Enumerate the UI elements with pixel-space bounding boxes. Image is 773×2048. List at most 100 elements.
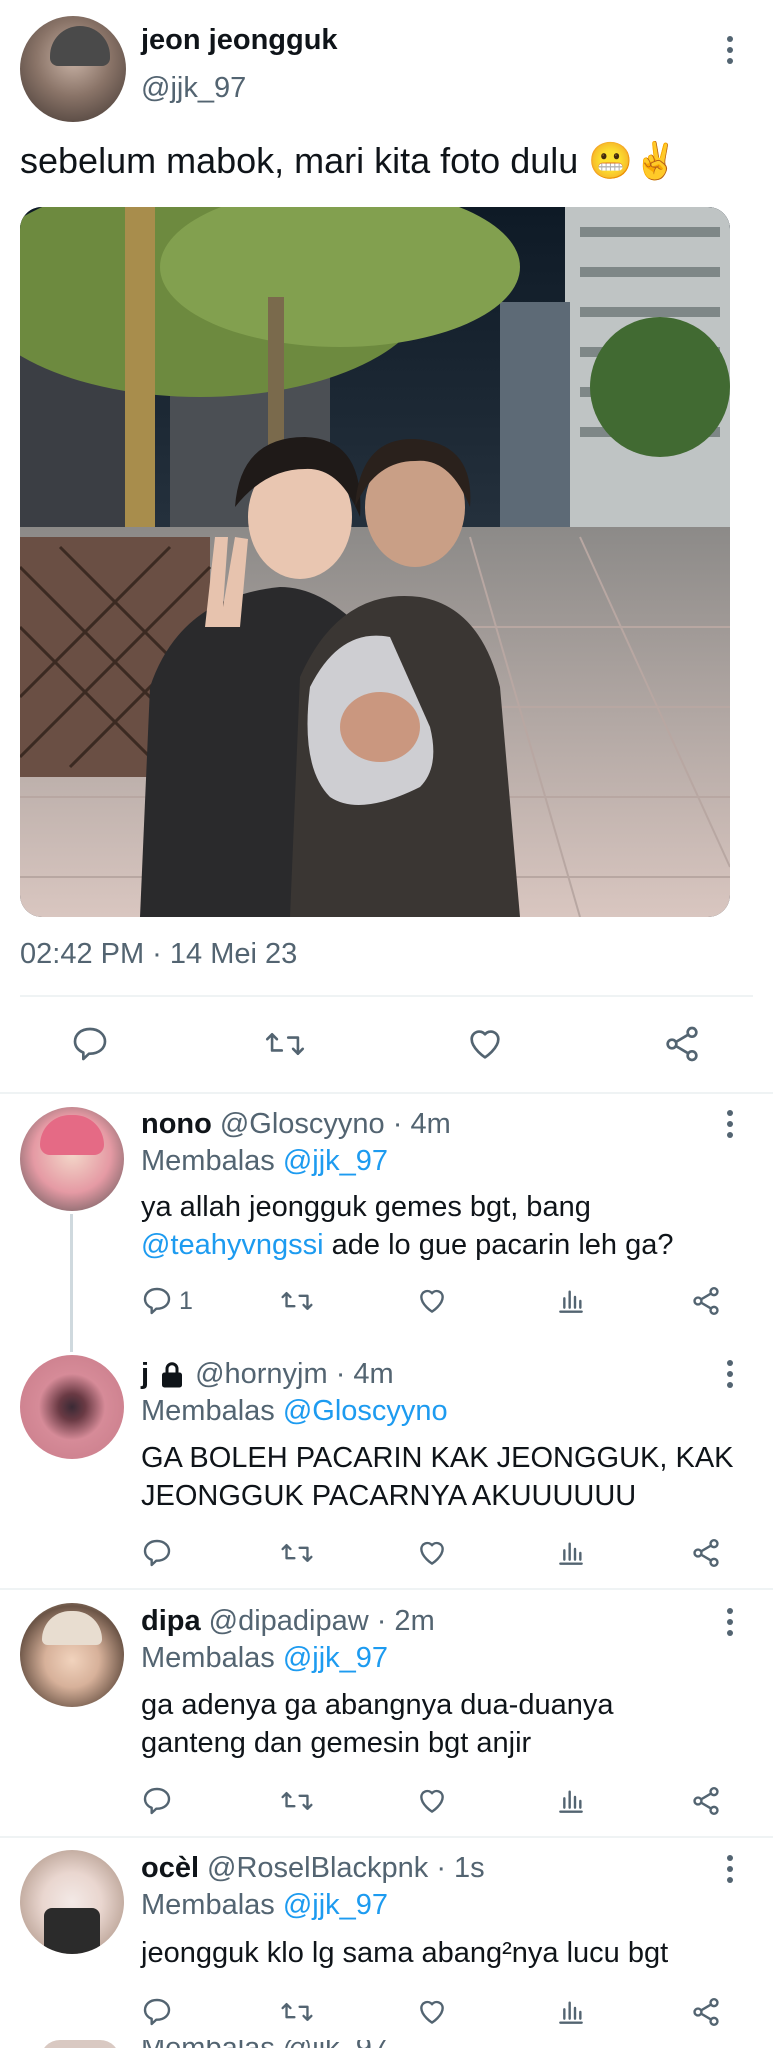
retweet-icon bbox=[281, 1543, 313, 1563]
retweet-button[interactable] bbox=[280, 1996, 314, 2028]
reply-text-line: ga adenya ga abangnya dua-duanya bbox=[141, 1689, 614, 1721]
share-icon bbox=[693, 1539, 719, 1567]
reply-count: 1 bbox=[179, 1286, 193, 1315]
retweet-button[interactable] bbox=[280, 1285, 314, 1317]
next-reply-avatar[interactable] bbox=[40, 2040, 120, 2048]
like-button[interactable] bbox=[416, 1285, 448, 1317]
more-options-icon[interactable] bbox=[710, 30, 750, 70]
share-button[interactable] bbox=[690, 1996, 722, 2028]
reply-avatar[interactable] bbox=[20, 1603, 124, 1707]
reply-icon bbox=[143, 1287, 171, 1315]
more-options-icon[interactable] bbox=[710, 1602, 750, 1642]
reply-text: GA BOLEH PACARIN KAK JEONGGUK, KAK JEONG… bbox=[141, 1439, 751, 1515]
author-display-name[interactable]: jeon jeongguk bbox=[141, 24, 338, 57]
lock-icon bbox=[162, 1361, 183, 1387]
reply-button[interactable] bbox=[141, 1996, 173, 2028]
reply-display-name[interactable]: nono bbox=[141, 1108, 212, 1141]
tweet-emoji: 😬✌️ bbox=[588, 140, 678, 181]
reply-display-name[interactable]: j bbox=[141, 1358, 149, 1391]
like-button[interactable] bbox=[465, 1024, 505, 1064]
replying-mention[interactable]: @Gloscyyno bbox=[283, 1395, 448, 1427]
reply-icon bbox=[143, 1539, 171, 1567]
divider bbox=[0, 1092, 773, 1094]
analytics-icon bbox=[559, 1790, 583, 1813]
replying-to: Membalas @Gloscyyno bbox=[141, 1395, 448, 1428]
replying-to: Membalas @jjk_97 bbox=[141, 1642, 388, 1675]
views-button[interactable] bbox=[555, 1285, 587, 1317]
retweet-icon bbox=[265, 1033, 305, 1055]
reply-text-line: ya allah jeongguk gemes bgt, bang bbox=[141, 1191, 591, 1223]
heart-icon bbox=[420, 2000, 444, 2024]
views-button[interactable] bbox=[555, 1996, 587, 2028]
more-options-icon[interactable] bbox=[710, 1104, 750, 1144]
reply-avatar[interactable] bbox=[20, 1850, 124, 1954]
retweet-button[interactable] bbox=[280, 1537, 314, 1569]
replying-label: Membalas bbox=[141, 1145, 275, 1177]
share-button[interactable] bbox=[690, 1785, 722, 1817]
heart-icon bbox=[470, 1030, 500, 1059]
reply-handle-time[interactable]: @dipadipaw · 2m bbox=[209, 1605, 435, 1638]
analytics-icon bbox=[559, 1542, 583, 1565]
heart-icon bbox=[420, 1289, 444, 1313]
reply-header: nono @Gloscyyno · 4m bbox=[141, 1108, 451, 1141]
retweet-button[interactable] bbox=[280, 1785, 314, 1817]
replying-label: Membalas bbox=[141, 1642, 275, 1674]
more-options-icon[interactable] bbox=[710, 1849, 750, 1889]
tweet-text-body: sebelum mabok, mari kita foto dulu bbox=[20, 140, 579, 181]
analytics-icon bbox=[559, 1290, 583, 1313]
reply-button[interactable] bbox=[141, 1785, 173, 1817]
retweet-icon bbox=[281, 1291, 313, 1311]
reply-text-line: ganteng dan gemesin bgt anjir bbox=[141, 1727, 532, 1759]
replying-label: Membalas bbox=[141, 1395, 275, 1427]
like-button[interactable] bbox=[416, 1537, 448, 1569]
replying-to: Membalas @jjk_97 bbox=[141, 1889, 388, 1922]
share-button[interactable] bbox=[690, 1285, 722, 1317]
like-button[interactable] bbox=[416, 1996, 448, 2028]
reply-avatar[interactable] bbox=[20, 1107, 124, 1211]
share-icon bbox=[693, 1998, 719, 2026]
replying-mention[interactable]: @jjk_97 bbox=[283, 1642, 388, 1674]
reply-icon bbox=[143, 1787, 171, 1815]
replying-mention[interactable]: @jjk_97 bbox=[283, 1145, 388, 1177]
author-handle[interactable]: @jjk_97 bbox=[141, 72, 246, 105]
divider bbox=[20, 995, 753, 997]
more-options-icon[interactable] bbox=[710, 1354, 750, 1394]
reply-avatar[interactable] bbox=[20, 1355, 124, 1459]
retweet-icon bbox=[281, 1791, 313, 1811]
reply-header: j @hornyjm · 4m bbox=[141, 1358, 394, 1391]
share-icon bbox=[693, 1787, 719, 1815]
share-icon bbox=[666, 1026, 698, 1062]
reply-display-name[interactable]: dipa bbox=[141, 1605, 201, 1638]
share-button[interactable] bbox=[662, 1024, 702, 1064]
divider bbox=[0, 1836, 773, 1838]
reply-icon bbox=[143, 1998, 171, 2026]
like-button[interactable] bbox=[416, 1785, 448, 1817]
share-icon bbox=[693, 1287, 719, 1315]
next-reply-cutoff: Membalas @jjk_97 bbox=[141, 2032, 389, 2048]
author-avatar[interactable] bbox=[20, 16, 126, 122]
reply-header: dipa @dipadipaw · 2m bbox=[141, 1605, 435, 1638]
tweet-photo[interactable] bbox=[20, 207, 730, 917]
replying-label: Membalas bbox=[141, 1889, 275, 1921]
replying-mention[interactable]: @jjk_97 bbox=[283, 1889, 388, 1921]
reply-text-line: JEONGGUK PACARNYA AKUUUUUU bbox=[141, 1480, 637, 1512]
views-button[interactable] bbox=[555, 1785, 587, 1817]
retweet-button[interactable] bbox=[264, 1024, 306, 1064]
reply-text: jeongguk klo lg sama abang²nya lucu bgt bbox=[141, 1934, 751, 1972]
reply-thread-line bbox=[70, 1214, 73, 1352]
tweet-timestamp[interactable]: 02:42 PM · 14 Mei 23 bbox=[20, 938, 297, 971]
reply-handle-time[interactable]: @hornyjm · 4m bbox=[195, 1358, 394, 1391]
reply-mention[interactable]: @teahyvngssi bbox=[141, 1229, 324, 1261]
reply-button[interactable] bbox=[141, 1537, 173, 1569]
reply-display-name[interactable]: ocèl bbox=[141, 1852, 199, 1885]
analytics-icon bbox=[559, 2001, 583, 2024]
reply-text: ya allah jeongguk gemes bgt, bang @teahy… bbox=[141, 1188, 741, 1264]
reply-button[interactable] bbox=[70, 1024, 110, 1064]
views-button[interactable] bbox=[555, 1537, 587, 1569]
reply-handle-time[interactable]: @Gloscyyno · 4m bbox=[220, 1108, 451, 1141]
reply-count-button[interactable]: 1 bbox=[141, 1285, 193, 1317]
share-button[interactable] bbox=[690, 1537, 722, 1569]
divider bbox=[0, 1588, 773, 1590]
reply-icon bbox=[73, 1027, 107, 1061]
reply-handle-time[interactable]: @RoselBlackpnk · 1s bbox=[207, 1852, 485, 1885]
